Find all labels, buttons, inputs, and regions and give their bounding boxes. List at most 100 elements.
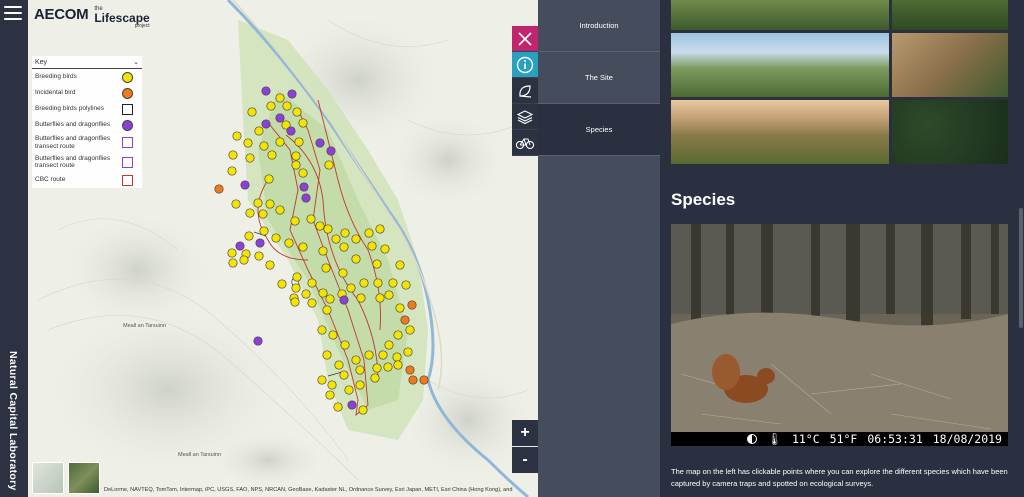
breeding-bird-point[interactable] bbox=[372, 363, 382, 373]
butterfly-point[interactable] bbox=[339, 295, 349, 305]
incidental-bird-point[interactable] bbox=[405, 365, 415, 375]
breeding-bird-point[interactable] bbox=[259, 141, 269, 151]
breeding-bird-point[interactable] bbox=[264, 174, 274, 184]
key-dropdown[interactable]: Key ⌄ bbox=[32, 56, 142, 69]
breeding-bird-point[interactable] bbox=[228, 150, 238, 160]
basemap-topo-thumbnail[interactable] bbox=[32, 462, 64, 494]
breeding-bird-point[interactable] bbox=[232, 131, 242, 141]
close-icon[interactable] bbox=[512, 26, 538, 52]
breeding-bird-point[interactable] bbox=[292, 272, 302, 282]
breeding-bird-point[interactable] bbox=[351, 254, 361, 264]
breeding-bird-point[interactable] bbox=[333, 402, 343, 412]
breeding-bird-point[interactable] bbox=[284, 238, 294, 248]
breeding-bird-point[interactable] bbox=[344, 385, 354, 395]
breeding-bird-point[interactable] bbox=[247, 107, 257, 117]
layers-icon[interactable] bbox=[512, 104, 538, 130]
breeding-bird-point[interactable] bbox=[395, 260, 405, 270]
breeding-bird-point[interactable] bbox=[328, 330, 338, 340]
breeding-bird-point[interactable] bbox=[338, 268, 348, 278]
butterfly-point[interactable] bbox=[255, 238, 265, 248]
breeding-bird-point[interactable] bbox=[298, 242, 308, 252]
breeding-bird-point[interactable] bbox=[271, 233, 281, 243]
info-icon[interactable] bbox=[512, 52, 538, 78]
map-view[interactable]: AECOM the Lifescape project Key ⌄ Breedi… bbox=[28, 0, 538, 497]
breeding-bird-point[interactable] bbox=[364, 228, 374, 238]
butterfly-point[interactable] bbox=[253, 336, 263, 346]
breeding-bird-point[interactable] bbox=[346, 283, 356, 293]
bicycle-icon[interactable] bbox=[512, 130, 538, 156]
breeding-bird-point[interactable] bbox=[325, 294, 335, 304]
breeding-bird-point[interactable] bbox=[318, 288, 328, 298]
breeding-bird-point[interactable] bbox=[356, 293, 366, 303]
breeding-bird-point[interactable] bbox=[401, 280, 411, 290]
butterfly-point[interactable] bbox=[315, 138, 325, 148]
breeding-bird-point[interactable] bbox=[395, 303, 405, 313]
breeding-bird-point[interactable] bbox=[290, 216, 300, 226]
breeding-bird-point[interactable] bbox=[325, 390, 335, 400]
breeding-bird-point[interactable] bbox=[275, 137, 285, 147]
breeding-bird-point[interactable] bbox=[254, 126, 264, 136]
breeding-bird-point[interactable] bbox=[331, 234, 341, 244]
butterfly-point[interactable] bbox=[286, 126, 296, 136]
butterfly-point[interactable] bbox=[326, 146, 336, 156]
breeding-bird-point[interactable] bbox=[351, 234, 361, 244]
butterfly-point[interactable] bbox=[235, 241, 245, 251]
breeding-bird-point[interactable] bbox=[358, 405, 368, 415]
breeding-bird-point[interactable] bbox=[383, 362, 393, 372]
butterfly-point[interactable] bbox=[287, 89, 297, 99]
breeding-bird-point[interactable] bbox=[275, 93, 285, 103]
breeding-bird-point[interactable] bbox=[334, 360, 344, 370]
breeding-bird-point[interactable] bbox=[245, 208, 255, 218]
butterfly-point[interactable] bbox=[347, 400, 357, 410]
breeding-bird-point[interactable] bbox=[355, 380, 365, 390]
breeding-bird-point[interactable] bbox=[339, 242, 349, 252]
breeding-bird-point[interactable] bbox=[388, 278, 398, 288]
breeding-bird-point[interactable] bbox=[339, 370, 349, 380]
breeding-bird-point[interactable] bbox=[307, 278, 317, 288]
breeding-bird-point[interactable] bbox=[239, 255, 249, 265]
breeding-bird-point[interactable] bbox=[315, 221, 325, 231]
breeding-bird-point[interactable] bbox=[258, 209, 268, 219]
breeding-bird-point[interactable] bbox=[292, 107, 302, 117]
breeding-bird-point[interactable] bbox=[405, 325, 415, 335]
breeding-bird-point[interactable] bbox=[340, 340, 350, 350]
breeding-bird-point[interactable] bbox=[351, 355, 361, 365]
breeding-bird-point[interactable] bbox=[322, 350, 332, 360]
breeding-bird-point[interactable] bbox=[291, 151, 301, 161]
zoom-in-button[interactable]: + bbox=[512, 420, 538, 446]
breeding-bird-point[interactable] bbox=[355, 365, 365, 375]
hamburger-menu-icon[interactable] bbox=[4, 6, 22, 20]
breeding-bird-point[interactable] bbox=[393, 360, 403, 370]
breeding-bird-point[interactable] bbox=[403, 347, 413, 357]
basemap-satellite-thumbnail[interactable] bbox=[68, 462, 100, 494]
breeding-bird-point[interactable] bbox=[294, 137, 304, 147]
breeding-bird-point[interactable] bbox=[244, 231, 254, 241]
breeding-bird-point[interactable] bbox=[275, 205, 285, 215]
breeding-bird-point[interactable] bbox=[323, 224, 333, 234]
incidental-bird-point[interactable] bbox=[400, 315, 410, 325]
butterfly-point[interactable] bbox=[299, 182, 309, 192]
breeding-bird-point[interactable] bbox=[253, 198, 263, 208]
breeding-bird-point[interactable] bbox=[298, 168, 308, 178]
breeding-bird-point[interactable] bbox=[373, 278, 383, 288]
breeding-bird-point[interactable] bbox=[378, 350, 388, 360]
butterfly-point[interactable] bbox=[240, 180, 250, 190]
breeding-bird-point[interactable] bbox=[370, 373, 380, 383]
breeding-bird-point[interactable] bbox=[267, 150, 277, 160]
breeding-bird-point[interactable] bbox=[228, 258, 238, 268]
nav-item-introduction[interactable]: Introduction bbox=[538, 0, 660, 52]
breeding-bird-point[interactable] bbox=[340, 228, 350, 238]
breeding-bird-point[interactable] bbox=[277, 279, 287, 289]
incidental-bird-point[interactable] bbox=[419, 375, 429, 385]
nav-item-species[interactable]: Species bbox=[538, 104, 660, 156]
breeding-bird-point[interactable] bbox=[306, 214, 316, 224]
incidental-bird-point[interactable] bbox=[408, 375, 418, 385]
breeding-bird-point[interactable] bbox=[265, 260, 275, 270]
breeding-bird-point[interactable] bbox=[367, 241, 377, 251]
breeding-bird-point[interactable] bbox=[321, 263, 331, 273]
breeding-bird-point[interactable] bbox=[291, 283, 301, 293]
nav-item-the-site[interactable]: The Site bbox=[538, 52, 660, 104]
breeding-bird-point[interactable] bbox=[291, 160, 301, 170]
breeding-bird-point[interactable] bbox=[375, 293, 385, 303]
butterfly-point[interactable] bbox=[261, 86, 271, 96]
